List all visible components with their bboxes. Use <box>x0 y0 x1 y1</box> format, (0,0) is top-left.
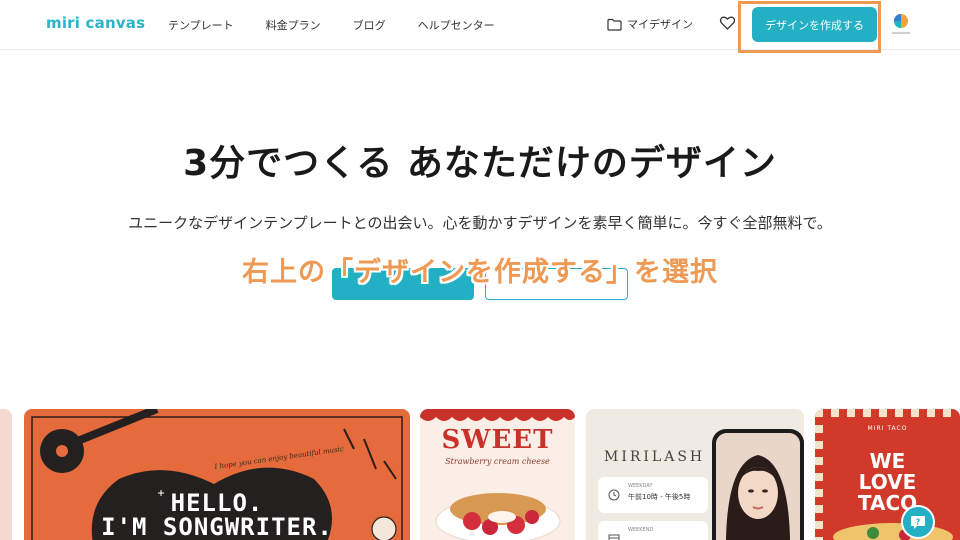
taco-brand: MIRI TACO <box>867 425 908 432</box>
weekday-hours: 午前10時 - 午後5時 <box>628 493 691 501</box>
nav-blog[interactable]: ブログ <box>353 17 386 33</box>
taco-headline-1: WE <box>869 449 906 473</box>
taco-headline-3: TACO <box>857 491 918 515</box>
help-chat-button[interactable]: ? <box>901 505 935 539</box>
phone-mockup <box>712 429 804 540</box>
croissant-illustration <box>435 493 561 540</box>
header: miri canvas テンプレート 料金プラン ブログ ヘルプセンター マイデ… <box>0 0 960 53</box>
calendar-icon <box>608 534 620 540</box>
my-design-link[interactable]: マイデザイン <box>607 16 693 32</box>
template-card-partial[interactable] <box>0 409 12 540</box>
mirilash-hours-weekday: WEEKDAY 午前10時 - 午後5時 <box>598 477 708 513</box>
sweet-title: SWEET <box>441 425 554 455</box>
weekend-label: WEEKEND <box>628 527 654 533</box>
scallop-border <box>420 409 575 421</box>
taco-headline: WE LOVE TACO <box>815 451 960 514</box>
clock-icon <box>608 489 620 501</box>
template-card-songwriter[interactable]: I hope you can enjoy beautiful music HEL… <box>24 409 410 540</box>
template-card-sweet[interactable]: SWEET Strawberry cream cheese <box>420 409 575 540</box>
sweet-subtitle: Strawberry cream cheese <box>445 457 550 466</box>
instruction-annotation: 右上の「デザインを作成する」を選択 <box>242 257 718 288</box>
logo[interactable]: miri canvas <box>46 14 145 32</box>
nav-templates[interactable]: テンプレート <box>168 17 234 33</box>
folder-icon <box>607 18 622 31</box>
nav-help-center[interactable]: ヘルプセンター <box>418 17 495 33</box>
mirilash-title: MIRILASH <box>604 449 706 465</box>
mirilash-hours-weekend: WEEKEND <box>598 521 708 540</box>
songwriter-headline-2: I'M SONGWRITER. <box>101 513 333 540</box>
create-design-button[interactable]: デザインを作成する <box>752 7 877 42</box>
page: miri canvas テンプレート 料金プラン ブログ ヘルプセンター マイデ… <box>0 0 960 540</box>
avatar[interactable] <box>890 12 912 38</box>
portrait-illustration <box>716 433 800 540</box>
my-design-label: マイデザイン <box>627 18 693 31</box>
template-card-taco[interactable]: MIRI TACO WE LOVE TACO <box>815 409 960 540</box>
nav-pricing[interactable]: 料金プラン <box>266 17 321 33</box>
template-card-mirilash[interactable]: MIRILASH WEEKDAY 午前10時 - 午後5時 WEEKEND <box>586 409 804 540</box>
svg-text:?: ? <box>916 518 921 527</box>
hero-subtitle: ユニークなデザインテンプレートとの出会い。心を動かすデザインを素早く簡単に。今す… <box>128 214 832 232</box>
phone-screen <box>716 433 800 540</box>
heart-icon[interactable] <box>719 15 736 31</box>
weekday-label: WEEKDAY <box>628 483 653 489</box>
hero-title: 3分でつくる あなただけのデザイン <box>183 143 777 184</box>
main-nav: テンプレート 料金プラン ブログ ヘルプセンター <box>168 17 527 33</box>
taco-headline-2: LOVE <box>858 470 917 494</box>
help-chat-icon: ? <box>911 516 925 529</box>
